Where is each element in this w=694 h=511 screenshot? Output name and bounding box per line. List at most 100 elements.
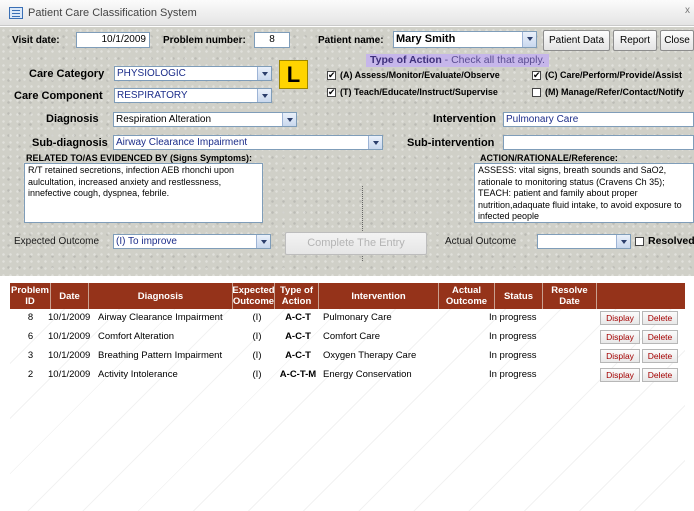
actual-outcome-label: Actual Outcome bbox=[445, 236, 517, 247]
care-category-label: Care Category bbox=[29, 68, 105, 80]
assess-checkbox[interactable] bbox=[327, 69, 336, 81]
expected-outcome-value: (I) To improve bbox=[116, 236, 177, 247]
form-icon bbox=[9, 7, 23, 19]
diagnosis-select[interactable]: Respiration Alteration bbox=[113, 112, 297, 127]
care-component-select[interactable]: RESPIRATORY bbox=[114, 88, 272, 103]
patient-data-button[interactable]: Patient Data bbox=[543, 30, 610, 51]
cell-expected: (I) bbox=[252, 312, 262, 323]
level-badge: L bbox=[279, 60, 308, 89]
subdiagnosis-select[interactable]: Airway Clearance Impairment bbox=[113, 135, 383, 150]
cell-intervention: Pulmonary Care bbox=[323, 312, 392, 323]
cell-status: In progress bbox=[489, 350, 537, 361]
care-checkbox[interactable] bbox=[532, 69, 541, 81]
chevron-down-icon[interactable] bbox=[256, 235, 270, 248]
delete-button[interactable]: Delete bbox=[642, 368, 678, 382]
assess-checkbox-label: (A) Assess/Monitor/Evaluate/Observe bbox=[340, 70, 500, 80]
display-button[interactable]: Display bbox=[600, 349, 640, 363]
manage-checkbox[interactable] bbox=[532, 88, 541, 97]
care-component-label: Care Component bbox=[14, 90, 103, 102]
cell-diagnosis: Comfort Alteration bbox=[98, 331, 175, 342]
cell-date: 10/1/2009 bbox=[48, 369, 91, 380]
cell-date: 10/1/2009 bbox=[48, 312, 91, 323]
complete-entry-button[interactable]: Complete The Entry bbox=[285, 232, 427, 255]
subdiagnosis-value: Airway Clearance Impairment bbox=[116, 137, 248, 148]
cell-action: A-C-T bbox=[285, 312, 311, 323]
intervention-label: Intervention bbox=[433, 113, 496, 125]
cell-action: A-C-T bbox=[285, 331, 311, 342]
expected-outcome-label: Expected Outcome bbox=[14, 236, 100, 247]
report-button[interactable]: Report bbox=[613, 30, 657, 51]
chevron-down-icon[interactable] bbox=[282, 113, 296, 126]
subintervention-label: Sub-intervention bbox=[407, 137, 495, 149]
delete-button[interactable]: Delete bbox=[642, 349, 678, 363]
cell-problem-id: 6 bbox=[27, 331, 34, 342]
window-close-icon[interactable]: x bbox=[685, 5, 690, 16]
cell-diagnosis: Airway Clearance Impairment bbox=[98, 312, 223, 323]
type-of-action-hint: - Check all that apply. bbox=[444, 54, 545, 66]
cell-intervention: Oxygen Therapy Care bbox=[323, 350, 417, 361]
col-date: Date bbox=[51, 283, 89, 309]
window-title: Patient Care Classification System bbox=[28, 7, 197, 19]
display-button[interactable]: Display bbox=[600, 330, 640, 344]
delete-button[interactable]: Delete bbox=[642, 311, 678, 325]
cell-status: In progress bbox=[489, 331, 537, 342]
diagnosis-label: Diagnosis bbox=[46, 113, 99, 125]
diagnosis-value: Respiration Alteration bbox=[116, 114, 212, 125]
problem-number-label: Problem number: bbox=[163, 35, 246, 46]
col-actions bbox=[597, 283, 685, 309]
table-row[interactable]: 8 10/1/2009 Airway Clearance Impairment … bbox=[10, 309, 685, 327]
table-row[interactable]: 3 10/1/2009 Breathing Pattern Impairment… bbox=[10, 347, 685, 365]
intervention-select[interactable]: Pulmonary Care bbox=[503, 112, 694, 127]
care-category-value: PHYSIOLOGIC bbox=[117, 68, 186, 79]
cell-status: In progress bbox=[489, 369, 537, 380]
table-row[interactable]: 6 10/1/2009 Comfort Alteration (I) A-C-T… bbox=[10, 328, 685, 346]
visit-date-field[interactable]: 10/1/2009 bbox=[76, 32, 150, 48]
display-button[interactable]: Display bbox=[600, 311, 640, 325]
related-to-memo[interactable]: R/T retained secretions, infection AEB r… bbox=[24, 163, 263, 223]
col-diagnosis: Diagnosis bbox=[89, 283, 233, 309]
expected-outcome-select[interactable]: (I) To improve bbox=[113, 234, 271, 249]
cell-problem-id: 2 bbox=[27, 369, 34, 380]
chevron-down-icon[interactable] bbox=[616, 235, 630, 248]
cell-status: In progress bbox=[489, 312, 537, 323]
action-rationale-label: ACTION/RATIONALE/Reference: bbox=[480, 153, 618, 163]
cell-problem-id: 8 bbox=[27, 312, 34, 323]
cell-action: A-C-T bbox=[285, 350, 311, 361]
cell-intervention: Comfort Care bbox=[323, 331, 381, 342]
cell-expected: (I) bbox=[252, 369, 262, 380]
delete-button[interactable]: Delete bbox=[642, 330, 678, 344]
problems-table-body: 8 10/1/2009 Airway Clearance Impairment … bbox=[10, 309, 685, 511]
problems-table-header: Problem ID Date Diagnosis Expected Outco… bbox=[10, 283, 685, 309]
cell-intervention: Energy Conservation bbox=[323, 369, 412, 380]
action-rationale-memo[interactable]: ASSESS: vital signs, breath sounds and S… bbox=[474, 163, 694, 223]
col-resolve-date: Resolve Date bbox=[543, 283, 597, 309]
problem-number-field[interactable]: 8 bbox=[254, 32, 290, 48]
col-status: Status bbox=[495, 283, 543, 309]
cell-expected: (I) bbox=[252, 350, 262, 361]
table-row[interactable]: 2 10/1/2009 Activity Intolerance (I) A-C… bbox=[10, 366, 685, 384]
teach-checkbox[interactable] bbox=[327, 86, 336, 98]
care-category-select[interactable]: PHYSIOLOGIC bbox=[114, 66, 272, 81]
type-of-action-title: Type of Action - Check all that apply. bbox=[366, 54, 549, 67]
chevron-down-icon[interactable] bbox=[257, 89, 271, 102]
chevron-down-icon[interactable] bbox=[257, 67, 271, 80]
resolved-label: Resolved bbox=[648, 235, 694, 247]
col-intervention: Intervention bbox=[319, 283, 439, 309]
cell-date: 10/1/2009 bbox=[48, 350, 91, 361]
actual-outcome-select[interactable] bbox=[537, 234, 631, 249]
chevron-down-icon[interactable] bbox=[522, 32, 536, 47]
cell-problem-id: 3 bbox=[27, 350, 34, 361]
resolved-checkbox[interactable] bbox=[635, 237, 644, 246]
type-of-action-heading: Type of Action bbox=[370, 54, 442, 66]
subintervention-select[interactable] bbox=[503, 135, 694, 150]
cell-diagnosis: Breathing Pattern Impairment bbox=[98, 350, 223, 361]
chevron-down-icon[interactable] bbox=[368, 136, 382, 149]
cell-diagnosis: Activity Intolerance bbox=[98, 369, 178, 380]
teach-checkbox-label: (T) Teach/Educate/Instruct/Supervise bbox=[340, 87, 498, 97]
intervention-value: Pulmonary Care bbox=[506, 114, 579, 125]
col-actual-outcome: Actual Outcome bbox=[439, 283, 495, 309]
patient-name-select[interactable]: Mary Smith bbox=[393, 31, 537, 48]
display-button[interactable]: Display bbox=[600, 368, 640, 382]
close-button[interactable]: Close bbox=[660, 30, 694, 51]
cell-expected: (I) bbox=[252, 331, 262, 342]
